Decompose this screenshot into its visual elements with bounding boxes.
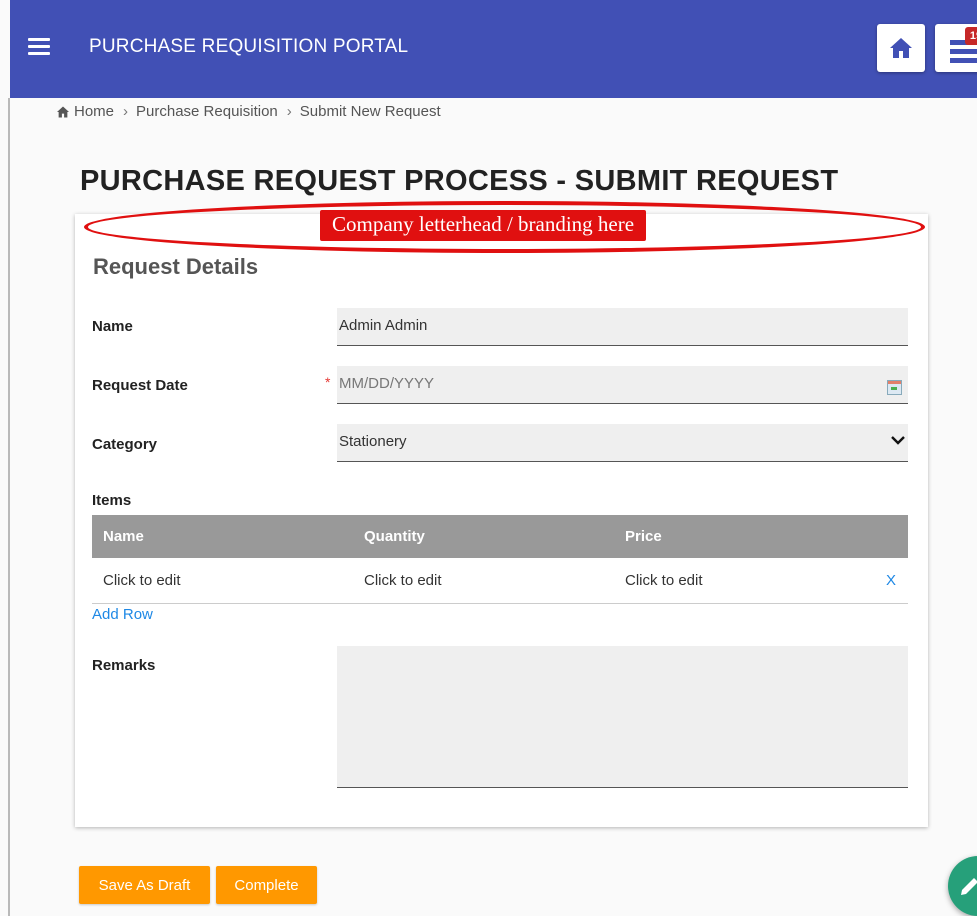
- date-placeholder: MM/DD/YYYY: [339, 375, 435, 392]
- top-bar: PURCHASE REQUISITION PORTAL 19: [10, 0, 977, 98]
- items-table-header: Name Quantity Price: [92, 515, 908, 558]
- page-left-border: [8, 98, 10, 916]
- breadcrumb-purchase-requisition[interactable]: Purchase Requisition: [136, 103, 278, 120]
- notification-badge: 19: [965, 27, 977, 45]
- column-header-name: Name: [103, 528, 144, 545]
- add-row-link[interactable]: Add Row: [92, 606, 153, 623]
- breadcrumb-current: Submit New Request: [299, 103, 441, 120]
- save-as-draft-button[interactable]: Save As Draft: [79, 866, 210, 904]
- category-value: Stationery: [339, 433, 407, 450]
- section-title: Request Details: [93, 254, 259, 279]
- request-date-label: Request Date: [92, 377, 188, 394]
- complete-button[interactable]: Complete: [216, 866, 317, 904]
- required-marker: *: [325, 374, 331, 390]
- home-button[interactable]: [877, 24, 925, 72]
- home-icon: [890, 38, 912, 58]
- items-label: Items: [92, 492, 132, 509]
- item-quantity-cell[interactable]: Click to edit: [353, 572, 614, 589]
- branding-annotation-label: Company letterhead / branding here: [320, 210, 647, 241]
- request-date-field[interactable]: MM/DD/YYYY: [337, 366, 908, 404]
- remarks-textarea[interactable]: [337, 646, 908, 788]
- breadcrumb-separator: ›: [123, 103, 129, 120]
- column-header-price: Price: [625, 528, 662, 545]
- item-name-cell[interactable]: Click to edit: [92, 572, 353, 589]
- page-title: PURCHASE REQUEST PROCESS - SUBMIT REQUES…: [80, 165, 839, 197]
- delete-row-button[interactable]: X: [874, 572, 908, 589]
- home-icon: [57, 106, 69, 117]
- items-table: Name Quantity Price Click to edit Click …: [92, 515, 908, 604]
- chevron-down-icon: [891, 436, 905, 445]
- app-title: PURCHASE REQUISITION PORTAL: [89, 36, 409, 57]
- name-label: Name: [92, 318, 133, 335]
- category-select[interactable]: Stationery: [337, 424, 908, 462]
- column-header-quantity: Quantity: [364, 528, 425, 545]
- category-label: Category: [92, 436, 158, 453]
- inbox-button[interactable]: 19: [935, 24, 977, 72]
- breadcrumb: Home › Purchase Requisition › Submit New…: [56, 103, 441, 120]
- edit-icon: [961, 878, 977, 895]
- item-price-cell[interactable]: Click to edit: [614, 572, 874, 589]
- request-details-card: Request Details Name Admin Admin Request…: [75, 214, 928, 827]
- breadcrumb-home[interactable]: Home: [74, 103, 114, 120]
- name-value: Admin Admin: [339, 317, 428, 334]
- remarks-label: Remarks: [92, 657, 156, 674]
- hamburger-menu-icon[interactable]: [28, 38, 50, 56]
- table-row: Click to edit Click to edit Click to edi…: [92, 558, 908, 604]
- calendar-icon[interactable]: [887, 380, 902, 395]
- floating-edit-button[interactable]: [948, 856, 977, 916]
- breadcrumb-separator: ›: [286, 103, 292, 120]
- name-field[interactable]: Admin Admin: [337, 308, 908, 346]
